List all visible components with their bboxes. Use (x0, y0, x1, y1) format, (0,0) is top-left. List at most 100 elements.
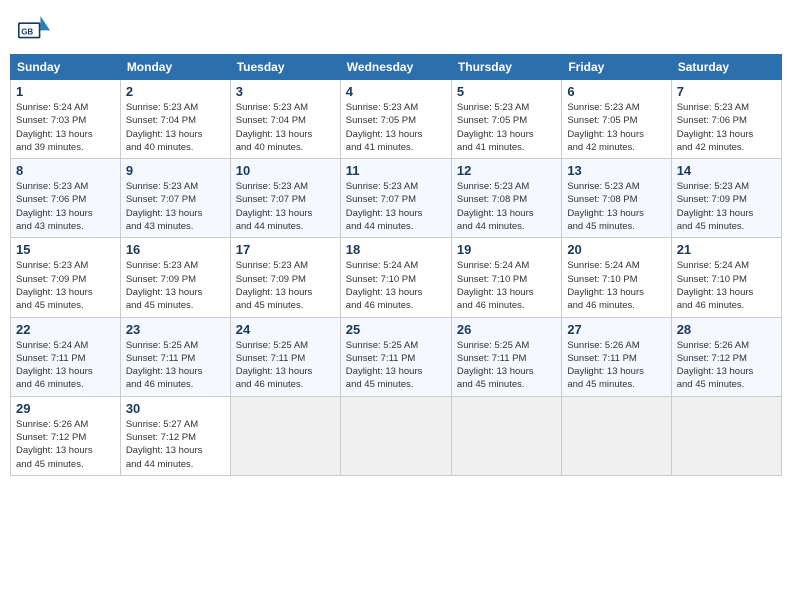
day-number: 26 (457, 322, 556, 337)
day-info: Sunrise: 5:23 AM Sunset: 7:06 PM Dayligh… (16, 180, 115, 233)
day-info: Sunrise: 5:23 AM Sunset: 7:07 PM Dayligh… (236, 180, 335, 233)
calendar-cell: 11 Sunrise: 5:23 AM Sunset: 7:07 PM Dayli… (340, 159, 451, 238)
day-info: Sunrise: 5:23 AM Sunset: 7:07 PM Dayligh… (346, 180, 446, 233)
day-number: 2 (126, 84, 225, 99)
calendar-cell: 10 Sunrise: 5:23 AM Sunset: 7:07 PM Dayli… (230, 159, 340, 238)
calendar-cell: 24 Sunrise: 5:25 AM Sunset: 7:11 PM Dayli… (230, 317, 340, 396)
calendar-cell: 16Sunrise: 5:23 AM Sunset: 7:09 PM Dayli… (120, 238, 230, 317)
day-number: 4 (346, 84, 446, 99)
day-number: 15 (16, 242, 115, 257)
day-number: 19 (457, 242, 556, 257)
calendar-cell: 26 Sunrise: 5:25 AM Sunset: 7:11 PM Dayli… (451, 317, 561, 396)
calendar-cell: 12 Sunrise: 5:23 AM Sunset: 7:08 PM Dayli… (451, 159, 561, 238)
day-number: 11 (346, 163, 446, 178)
day-info: Sunrise: 5:25 AM Sunset: 7:11 PM Dayligh… (126, 339, 225, 392)
day-number: 17 (236, 242, 335, 257)
day-info: Sunrise: 5:24 AM Sunset: 7:10 PM Dayligh… (457, 259, 556, 312)
logo-icon: GB (18, 16, 50, 44)
calendar-cell: 22 Sunrise: 5:24 AM Sunset: 7:11 PM Dayli… (11, 317, 121, 396)
day-number: 5 (457, 84, 556, 99)
calendar-cell: 17 Sunrise: 5:23 AM Sunset: 7:09 PM Dayli… (230, 238, 340, 317)
day-number: 22 (16, 322, 115, 337)
day-of-week-header: Tuesday (230, 55, 340, 80)
day-info: Sunrise: 5:24 AM Sunset: 7:10 PM Dayligh… (567, 259, 665, 312)
day-of-week-header: Sunday (11, 55, 121, 80)
day-number: 10 (236, 163, 335, 178)
calendar-cell: 29 Sunrise: 5:26 AM Sunset: 7:12 PM Dayli… (11, 396, 121, 475)
day-of-week-header: Saturday (671, 55, 781, 80)
day-info: Sunrise: 5:24 AM Sunset: 7:10 PM Dayligh… (346, 259, 446, 312)
day-number: 30 (126, 401, 225, 416)
day-info: Sunrise: 5:23 AM Sunset: 7:08 PM Dayligh… (457, 180, 556, 233)
calendar-cell: 13 Sunrise: 5:23 AM Sunset: 7:08 PM Dayli… (562, 159, 671, 238)
day-info: Sunrise: 5:25 AM Sunset: 7:11 PM Dayligh… (457, 339, 556, 392)
day-info: Sunrise: 5:27 AM Sunset: 7:12 PM Dayligh… (126, 418, 225, 471)
day-info: Sunrise: 5:23 AM Sunset: 7:04 PM Dayligh… (126, 101, 225, 154)
day-info: Sunrise: 5:25 AM Sunset: 7:11 PM Dayligh… (346, 339, 446, 392)
day-info: Sunrise: 5:23 AM Sunset: 7:05 PM Dayligh… (457, 101, 556, 154)
day-number: 9 (126, 163, 225, 178)
calendar-header-row: SundayMondayTuesdayWednesdayThursdayFrid… (11, 55, 782, 80)
day-info: Sunrise: 5:26 AM Sunset: 7:11 PM Dayligh… (567, 339, 665, 392)
calendar-cell: 6 Sunrise: 5:23 AM Sunset: 7:05 PM Daylig… (562, 80, 671, 159)
calendar-cell: 25 Sunrise: 5:25 AM Sunset: 7:11 PM Dayli… (340, 317, 451, 396)
day-info: Sunrise: 5:24 AM Sunset: 7:03 PM Dayligh… (16, 101, 115, 154)
day-number: 13 (567, 163, 665, 178)
day-info: Sunrise: 5:26 AM Sunset: 7:12 PM Dayligh… (16, 418, 115, 471)
day-number: 24 (236, 322, 335, 337)
calendar-week-row: 22 Sunrise: 5:24 AM Sunset: 7:11 PM Dayli… (11, 317, 782, 396)
day-number: 29 (16, 401, 115, 416)
day-info: Sunrise: 5:24 AM Sunset: 7:10 PM Dayligh… (677, 259, 776, 312)
calendar-cell (230, 396, 340, 475)
day-number: 20 (567, 242, 665, 257)
calendar-cell (562, 396, 671, 475)
calendar-cell: 18 Sunrise: 5:24 AM Sunset: 7:10 PM Dayli… (340, 238, 451, 317)
calendar-cell: 23Sunrise: 5:25 AM Sunset: 7:11 PM Dayli… (120, 317, 230, 396)
day-info: Sunrise: 5:23 AM Sunset: 7:09 PM Dayligh… (236, 259, 335, 312)
calendar-cell: 3Sunrise: 5:23 AM Sunset: 7:04 PM Daylig… (230, 80, 340, 159)
calendar-week-row: 15 Sunrise: 5:23 AM Sunset: 7:09 PM Dayli… (11, 238, 782, 317)
day-number: 21 (677, 242, 776, 257)
day-info: Sunrise: 5:23 AM Sunset: 7:08 PM Dayligh… (567, 180, 665, 233)
calendar-cell: 2 Sunrise: 5:23 AM Sunset: 7:04 PM Daylig… (120, 80, 230, 159)
calendar-week-row: 29 Sunrise: 5:26 AM Sunset: 7:12 PM Dayli… (11, 396, 782, 475)
calendar-week-row: 8 Sunrise: 5:23 AM Sunset: 7:06 PM Daylig… (11, 159, 782, 238)
day-info: Sunrise: 5:25 AM Sunset: 7:11 PM Dayligh… (236, 339, 335, 392)
day-number: 18 (346, 242, 446, 257)
svg-text:GB: GB (21, 27, 33, 36)
day-number: 16 (126, 242, 225, 257)
calendar-cell: 14Sunrise: 5:23 AM Sunset: 7:09 PM Dayli… (671, 159, 781, 238)
calendar-cell (451, 396, 561, 475)
day-number: 12 (457, 163, 556, 178)
day-info: Sunrise: 5:24 AM Sunset: 7:11 PM Dayligh… (16, 339, 115, 392)
day-info: Sunrise: 5:26 AM Sunset: 7:12 PM Dayligh… (677, 339, 776, 392)
calendar-cell: 19 Sunrise: 5:24 AM Sunset: 7:10 PM Dayli… (451, 238, 561, 317)
day-number: 1 (16, 84, 115, 99)
header: GB (10, 10, 782, 50)
day-number: 28 (677, 322, 776, 337)
calendar-cell: 7Sunrise: 5:23 AM Sunset: 7:06 PM Daylig… (671, 80, 781, 159)
calendar-cell: 28 Sunrise: 5:26 AM Sunset: 7:12 PM Dayli… (671, 317, 781, 396)
logo: GB (18, 16, 54, 44)
day-info: Sunrise: 5:23 AM Sunset: 7:06 PM Dayligh… (677, 101, 776, 154)
calendar-cell: 15 Sunrise: 5:23 AM Sunset: 7:09 PM Dayli… (11, 238, 121, 317)
day-info: Sunrise: 5:23 AM Sunset: 7:05 PM Dayligh… (567, 101, 665, 154)
calendar-week-row: 1 Sunrise: 5:24 AM Sunset: 7:03 PM Daylig… (11, 80, 782, 159)
day-info: Sunrise: 5:23 AM Sunset: 7:05 PM Dayligh… (346, 101, 446, 154)
calendar: SundayMondayTuesdayWednesdayThursdayFrid… (10, 54, 782, 476)
calendar-cell: 1 Sunrise: 5:24 AM Sunset: 7:03 PM Daylig… (11, 80, 121, 159)
day-info: Sunrise: 5:23 AM Sunset: 7:07 PM Dayligh… (126, 180, 225, 233)
day-number: 6 (567, 84, 665, 99)
day-number: 3 (236, 84, 335, 99)
day-of-week-header: Friday (562, 55, 671, 80)
calendar-cell (340, 396, 451, 475)
day-number: 27 (567, 322, 665, 337)
day-number: 8 (16, 163, 115, 178)
calendar-cell: 27 Sunrise: 5:26 AM Sunset: 7:11 PM Dayli… (562, 317, 671, 396)
day-info: Sunrise: 5:23 AM Sunset: 7:09 PM Dayligh… (16, 259, 115, 312)
day-number: 25 (346, 322, 446, 337)
day-of-week-header: Wednesday (340, 55, 451, 80)
day-info: Sunrise: 5:23 AM Sunset: 7:09 PM Dayligh… (677, 180, 776, 233)
calendar-cell (671, 396, 781, 475)
calendar-cell: 4 Sunrise: 5:23 AM Sunset: 7:05 PM Daylig… (340, 80, 451, 159)
